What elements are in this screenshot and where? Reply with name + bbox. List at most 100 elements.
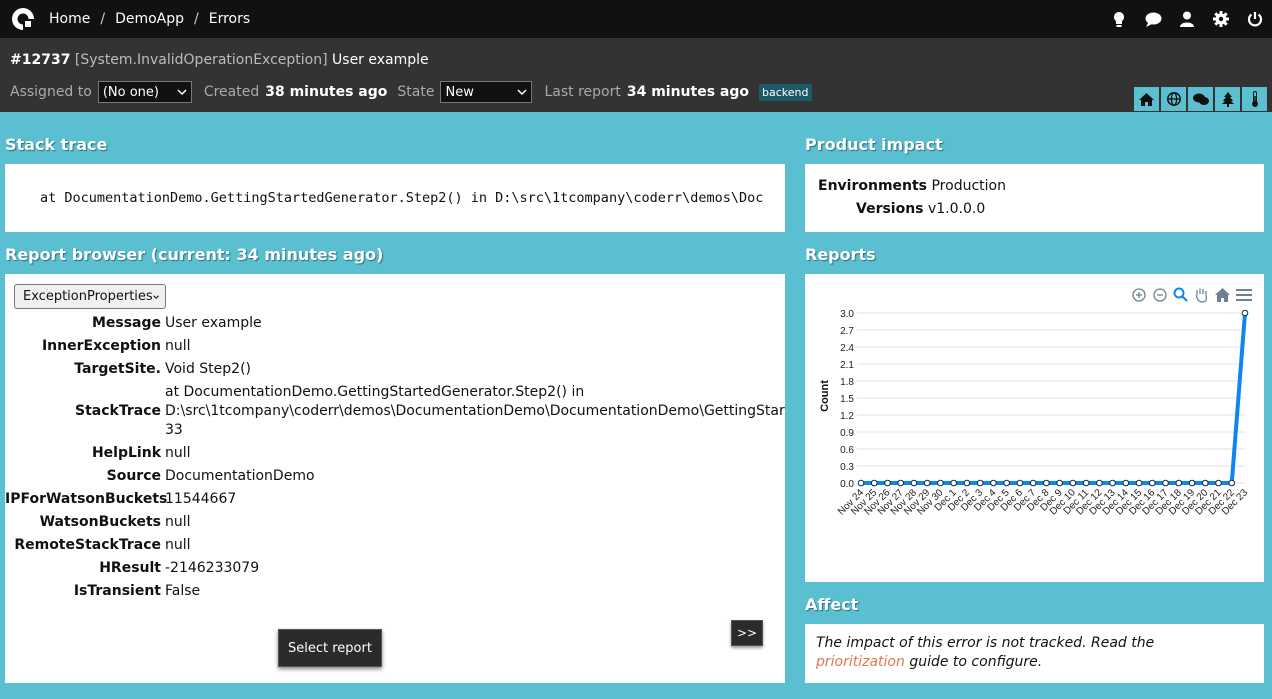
reports-heading: Reports <box>805 245 876 264</box>
data-point[interactable] <box>1029 479 1037 487</box>
data-point[interactable] <box>1003 479 1010 487</box>
report-browser-heading: Report browser (current: 34 minutes ago) <box>5 245 384 264</box>
state-label: State <box>397 84 435 100</box>
properties-list: Message User example InnerException null T… <box>5 314 785 605</box>
data-point[interactable] <box>1175 479 1183 487</box>
power-icon[interactable] <box>1238 11 1272 27</box>
property-row: Source DocumentationDemo <box>5 467 785 486</box>
y-tick-label: 2.7 <box>840 326 854 337</box>
y-tick-label: 1.8 <box>840 377 854 388</box>
property-key: TargetSite. <box>74 361 161 377</box>
thermometer-icon[interactable] <box>1241 86 1268 112</box>
y-tick-labels: 0.0 0.3 0.6 0.9 1.2 1.5 1.8 2.1 2.4 2.7 3.0 <box>840 309 854 490</box>
data-point[interactable] <box>1043 479 1050 487</box>
tag-badge[interactable]: backend <box>759 83 812 101</box>
assigned-select[interactable]: (No one) <box>97 81 192 103</box>
next-report-button[interactable]: >> <box>731 620 763 646</box>
breadcrumb-errors[interactable]: Errors <box>209 11 250 27</box>
versions-label: Versions <box>856 201 924 217</box>
top-navbar: Home / DemoApp / Errors <box>0 0 1272 38</box>
assigned-value: (No one) <box>102 84 159 100</box>
property-value: 11544667 <box>165 491 237 507</box>
data-point[interactable] <box>1056 479 1063 487</box>
property-value: at DocumentationDemo.GettingStartedGener… <box>165 383 785 440</box>
data-point[interactable] <box>1109 479 1116 487</box>
data-point[interactable] <box>897 479 905 487</box>
product-impact-heading: Product impact <box>805 135 943 154</box>
last-report-value: 34 minutes ago <box>626 84 750 100</box>
reports-chart[interactable]: 0.0 0.3 0.6 0.9 1.2 1.5 1.8 2.1 2.4 2.7 3.0 Nov 24… <box>805 274 1264 582</box>
breadcrumb-separator: / <box>194 11 199 27</box>
incident-id: #12737 <box>10 52 71 68</box>
data-point[interactable] <box>1149 479 1156 487</box>
lightbulb-icon[interactable] <box>1102 11 1136 28</box>
data-point[interactable] <box>1016 479 1024 487</box>
stack-trace-panel: at DocumentationDemo.GettingStartedGener… <box>5 164 785 232</box>
tree-icon[interactable] <box>1214 86 1241 112</box>
comments-icon[interactable] <box>1187 86 1214 112</box>
affect-text: The impact of this error is not tracked.… <box>816 634 1236 672</box>
data-point[interactable] <box>963 479 971 487</box>
report-view-select[interactable]: ExceptionProperties <box>14 284 166 309</box>
home-icon[interactable] <box>1133 86 1160 112</box>
environments-label: Environments <box>818 178 928 194</box>
data-point[interactable] <box>1135 479 1143 487</box>
data-point[interactable] <box>1069 479 1077 487</box>
data-point[interactable] <box>1162 479 1169 487</box>
property-key: WatsonBuckets <box>39 514 161 530</box>
property-key: HResult <box>99 560 161 576</box>
y-axis-label: Count <box>819 380 831 412</box>
data-point[interactable] <box>990 479 997 487</box>
property-row: TargetSite. Void Step2() <box>5 360 785 379</box>
gear-icon[interactable] <box>1204 11 1238 27</box>
exception-type: [System.InvalidOperationException] <box>74 52 328 68</box>
state-select[interactable]: New <box>440 81 533 103</box>
data-point[interactable] <box>1215 479 1222 487</box>
data-point[interactable] <box>1201 479 1209 487</box>
property-key: StackTrace <box>75 403 161 419</box>
stacktrace-line: D:\src\1tcompany\coderr\demos\Documentat… <box>165 403 785 419</box>
globe-icon[interactable] <box>1160 86 1187 112</box>
data-point[interactable] <box>1082 479 1090 487</box>
data-point[interactable] <box>1241 309 1249 317</box>
data-point[interactable] <box>910 479 918 487</box>
property-key: Source <box>106 468 161 484</box>
stack-trace-heading: Stack trace <box>5 135 108 154</box>
user-icon[interactable] <box>1170 11 1204 27</box>
data-point[interactable] <box>884 479 891 487</box>
property-key: Message <box>91 315 161 331</box>
y-tick-label: 2.4 <box>840 343 854 354</box>
versions-row: Versions v1.0.0.0 <box>856 201 985 217</box>
y-tick-label: 2.1 <box>840 360 854 371</box>
property-value: DocumentationDemo <box>165 468 315 484</box>
affect-text-before: The impact of this error is not tracked.… <box>816 635 1155 651</box>
data-point[interactable] <box>937 479 944 487</box>
data-point[interactable] <box>857 479 865 487</box>
data-point[interactable] <box>1228 479 1236 487</box>
data-point[interactable] <box>923 479 931 487</box>
data-point[interactable] <box>950 479 957 487</box>
property-value: null <box>165 445 191 461</box>
incident-title: #12737 [System.InvalidOperationException… <box>10 52 429 68</box>
y-tick-label: 1.5 <box>840 394 854 405</box>
data-point[interactable] <box>870 479 878 487</box>
chat-icon[interactable] <box>1136 12 1170 27</box>
data-point[interactable] <box>1122 479 1130 487</box>
y-tick-label: 0.9 <box>840 428 854 439</box>
data-point[interactable] <box>1096 479 1103 487</box>
report-browser-panel: ExceptionProperties Message User example … <box>5 274 785 683</box>
property-row: StackTrace at DocumentationDemo.GettingS… <box>5 383 785 440</box>
stacktrace-line: at DocumentationDemo.GettingStartedGener… <box>165 384 585 400</box>
data-point[interactable] <box>976 479 984 487</box>
incident-header: #12737 [System.InvalidOperationException… <box>0 38 1272 112</box>
property-row: WatsonBuckets null <box>5 513 785 532</box>
select-report-button[interactable]: Select report <box>278 629 382 667</box>
top-icons <box>1102 0 1272 38</box>
data-point[interactable] <box>1188 479 1196 487</box>
breadcrumb-demoapp[interactable]: DemoApp <box>115 11 184 27</box>
property-row: Message User example <box>5 314 785 333</box>
breadcrumb-home[interactable]: Home <box>49 11 90 27</box>
prioritization-link[interactable]: prioritization <box>816 654 905 670</box>
y-tick-label: 1.2 <box>840 411 854 422</box>
coderr-logo-icon[interactable] <box>11 7 35 31</box>
